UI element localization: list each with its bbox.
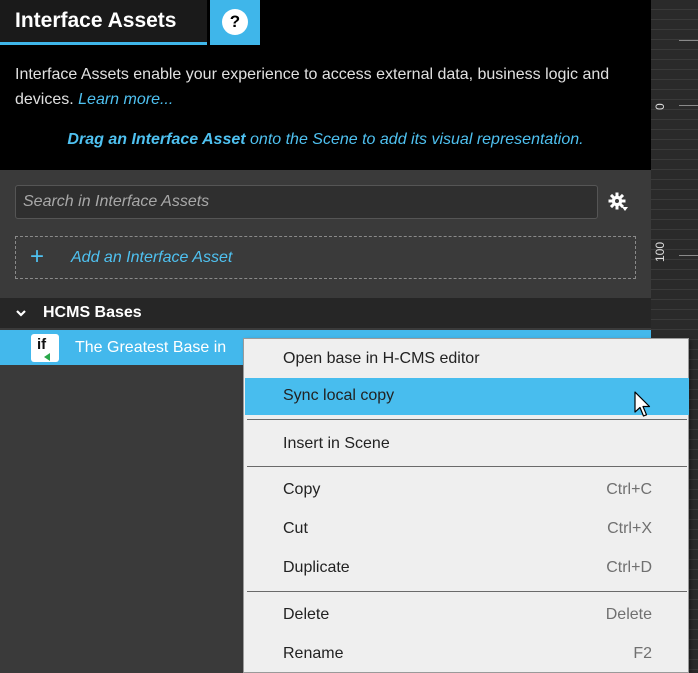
help-icon: ? (222, 9, 248, 35)
menu-item-shortcut: Ctrl+X (607, 520, 652, 537)
asset-label: The Greatest Base in (75, 339, 227, 356)
search-input[interactable] (16, 186, 597, 218)
menu-item-shortcut: Delete (605, 606, 652, 623)
info-section: Interface Assets enable your experience … (0, 45, 651, 170)
ruler-label-0: 0 (653, 103, 667, 110)
ruler-tick (679, 40, 698, 41)
menu-item-duplicate[interactable]: Duplicate Ctrl+D (245, 550, 689, 587)
menu-separator (247, 419, 687, 420)
drag-hint-emphasis: Drag an Interface Asset (67, 131, 246, 148)
menu-item-insert-in-scene[interactable]: Insert in Scene (245, 426, 689, 463)
menu-item-rename[interactable]: Rename F2 (245, 636, 689, 673)
learn-more-link[interactable]: Learn more... (78, 91, 173, 108)
context-menu: Open base in H-CMS editor Sync local cop… (243, 338, 689, 673)
menu-item-label: Insert in Scene (283, 435, 390, 452)
menu-item-label: Open base in H-CMS editor (283, 350, 480, 367)
menu-item-label: Delete (283, 606, 330, 623)
menu-item-shortcut: F2 (633, 645, 652, 662)
interface-asset-icon: if (31, 334, 59, 362)
drag-hint: Drag an Interface Asset onto the Scene t… (0, 131, 651, 149)
panel-title: Interface Assets (15, 9, 177, 32)
menu-separator (247, 591, 687, 592)
menu-item-open-base[interactable]: Open base in H-CMS editor (245, 341, 689, 378)
search-box[interactable] (15, 185, 598, 219)
menu-item-label: Cut (283, 520, 308, 537)
add-asset-label: Add an Interface Asset (71, 249, 233, 266)
ruler-tick (679, 255, 698, 256)
asset-icon-text: if (37, 336, 47, 353)
ruler-tick (679, 105, 698, 106)
group-header-hcms-bases[interactable]: HCMS Bases (0, 298, 651, 328)
menu-item-label: Rename (283, 645, 344, 662)
mouse-pointer-icon (634, 391, 651, 417)
menu-item-shortcut: Ctrl+C (606, 481, 652, 498)
menu-item-copy[interactable]: Copy Ctrl+C (245, 472, 689, 509)
menu-item-cut[interactable]: Cut Ctrl+X (245, 511, 689, 548)
group-label: HCMS Bases (43, 304, 142, 321)
menu-item-delete[interactable]: Delete Delete (245, 597, 689, 634)
ruler-label-100: 100 (653, 241, 667, 262)
plus-icon: + (30, 243, 45, 270)
panel-description: Interface Assets enable your experience … (15, 62, 640, 112)
gear-icon[interactable] (607, 191, 629, 213)
menu-item-label: Sync local copy (283, 387, 395, 404)
menu-item-label: Copy (283, 481, 321, 498)
panel-title-tab[interactable]: Interface Assets (0, 0, 207, 45)
menu-item-label: Duplicate (283, 559, 350, 576)
chevron-down-icon[interactable] (15, 307, 27, 319)
asset-icon-arrow (44, 353, 50, 361)
drag-hint-text: onto the Scene to add its visual represe… (250, 131, 584, 148)
menu-item-sync-local-copy[interactable]: Sync local copy (245, 378, 689, 415)
help-button[interactable]: ? (210, 0, 260, 45)
panel-header: Interface Assets ? (0, 0, 651, 45)
add-interface-asset-button[interactable]: + Add an Interface Asset (15, 236, 636, 279)
menu-item-shortcut: Ctrl+D (606, 559, 652, 576)
menu-separator (247, 466, 687, 467)
